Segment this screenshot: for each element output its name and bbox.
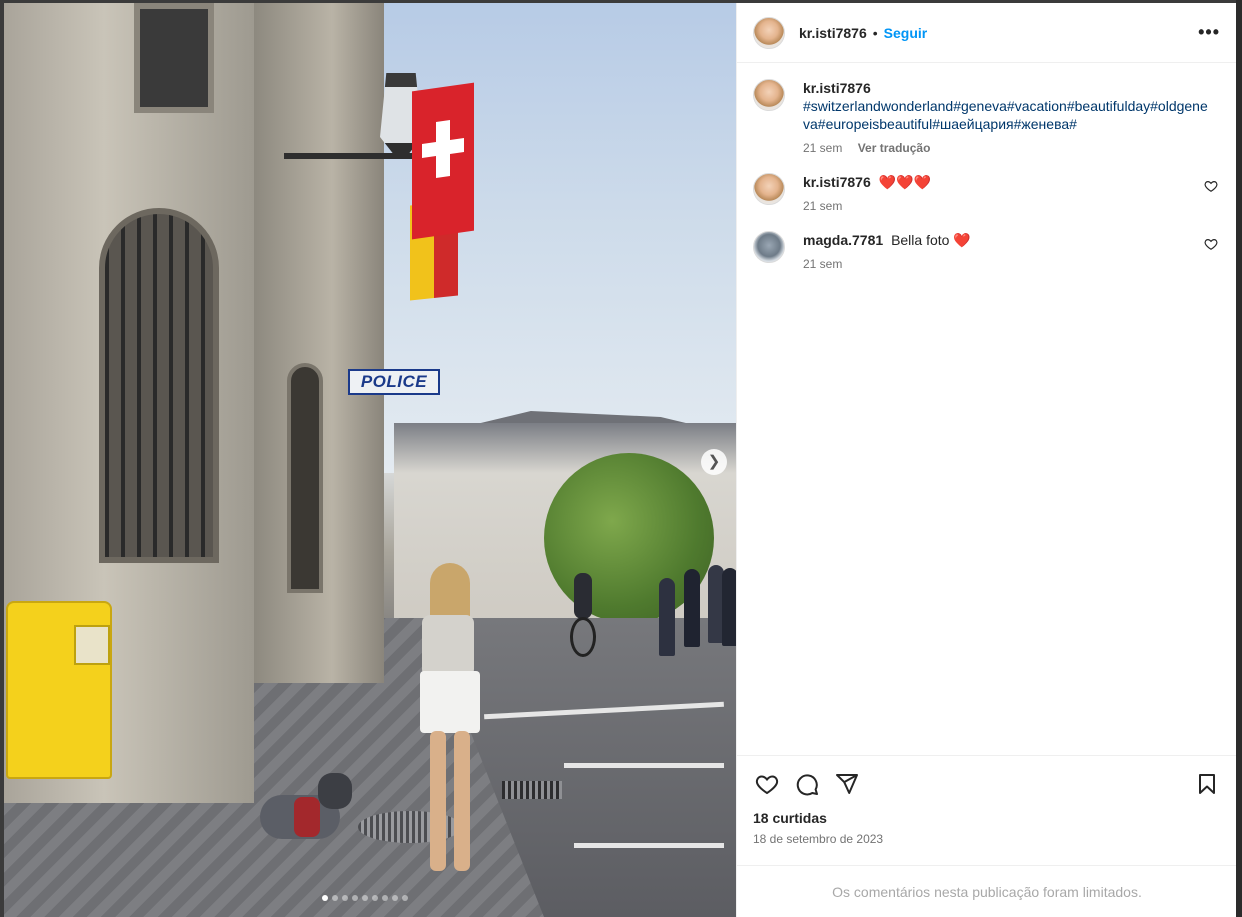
more-options-icon[interactable]: ••• [1198,22,1220,43]
window [287,363,323,593]
likes-count[interactable]: 18 curtidas [753,810,1221,826]
pedestrian [684,569,700,647]
share-button[interactable] [833,770,861,798]
post-details-panel: kr.isti7876 • Seguir ••• kr.isti7876 #sw… [736,3,1237,917]
carousel-dot [362,895,368,901]
road-marking [564,763,724,768]
barred-window [99,208,219,563]
window [134,3,214,113]
mailbox-slot [74,625,110,665]
avatar[interactable] [753,79,785,111]
caption-hashtags[interactable]: #switzerlandwonderland#geneva#vacation#b… [803,97,1213,133]
carousel-dot [402,895,408,901]
avatar[interactable] [753,16,785,49]
follow-button[interactable]: Seguir [884,25,928,41]
woman-with-dog [414,563,480,883]
french-bulldog [250,773,356,863]
see-translation-button[interactable]: Ver tradução [858,141,931,155]
carousel-dot [392,895,398,901]
comment: kr.isti7876 ❤️❤️❤️ 21 sem [753,173,1220,213]
police-sign: POLICE [348,369,440,395]
comment-time[interactable]: 21 sem [803,199,842,213]
comment-username[interactable]: kr.isti7876 [803,174,871,190]
avatar[interactable] [753,173,785,205]
post-date[interactable]: 18 de setembro de 2023 [753,832,1221,846]
comments-limited-notice: Os comentários nesta publicação foram li… [737,865,1237,917]
caption-time[interactable]: 21 sem [803,141,842,155]
comments-list: kr.isti7876 #switzerlandwonderland#genev… [737,63,1236,271]
heart-emoji: ❤️❤️❤️ [878,174,931,190]
road-marking [574,843,724,848]
carousel-dot [372,895,378,901]
separator-dot: • [872,24,878,41]
caption: kr.isti7876 #switzerlandwonderland#genev… [753,79,1220,155]
next-photo-button[interactable]: ❯ [701,449,727,475]
comment-time[interactable]: 21 sem [803,257,842,271]
like-comment-heart-icon[interactable] [1204,179,1218,193]
comment: magda.7781 Bella foto ❤️ 21 sem [753,231,1220,271]
carousel-indicator [322,895,408,901]
post-photo[interactable]: POLICE ❯ [4,3,736,917]
yellow-mailbox [6,601,112,779]
caption-username[interactable]: kr.isti7876 [803,80,871,96]
background-edge [1236,0,1242,917]
carousel-dot [332,895,338,901]
like-comment-heart-icon[interactable] [1204,237,1218,251]
like-button[interactable] [753,770,781,798]
comment-username[interactable]: magda.7781 [803,232,883,248]
carousel-dot [382,895,388,901]
carousel-dot [342,895,348,901]
pedestrian [659,578,675,656]
post-dialog: POLICE ❯ kr.isti7876 • Seguir ••• kr.ist… [4,3,1237,917]
comment-text: Bella foto [891,232,950,248]
comment-bubble-icon [796,774,818,796]
comment-button[interactable] [793,770,821,798]
paper-plane-icon [836,774,858,794]
post-actions: 18 curtidas 18 de setembro de 2023 [737,755,1237,846]
chevron-right-icon: ❯ [707,453,721,470]
heart-icon [755,775,779,795]
lamp-bracket [284,153,424,159]
post-header: kr.isti7876 • Seguir ••• [737,3,1236,63]
bookmark-icon [1199,774,1215,794]
carousel-dot [352,895,358,901]
avatar[interactable] [753,231,785,263]
pedestrian [722,568,736,646]
cyclist [570,573,596,663]
heart-emoji: ❤️ [953,232,971,248]
save-button[interactable] [1193,770,1221,798]
author-username[interactable]: kr.isti7876 [799,25,867,41]
carousel-dot [322,895,328,901]
drain-grate [502,781,562,799]
